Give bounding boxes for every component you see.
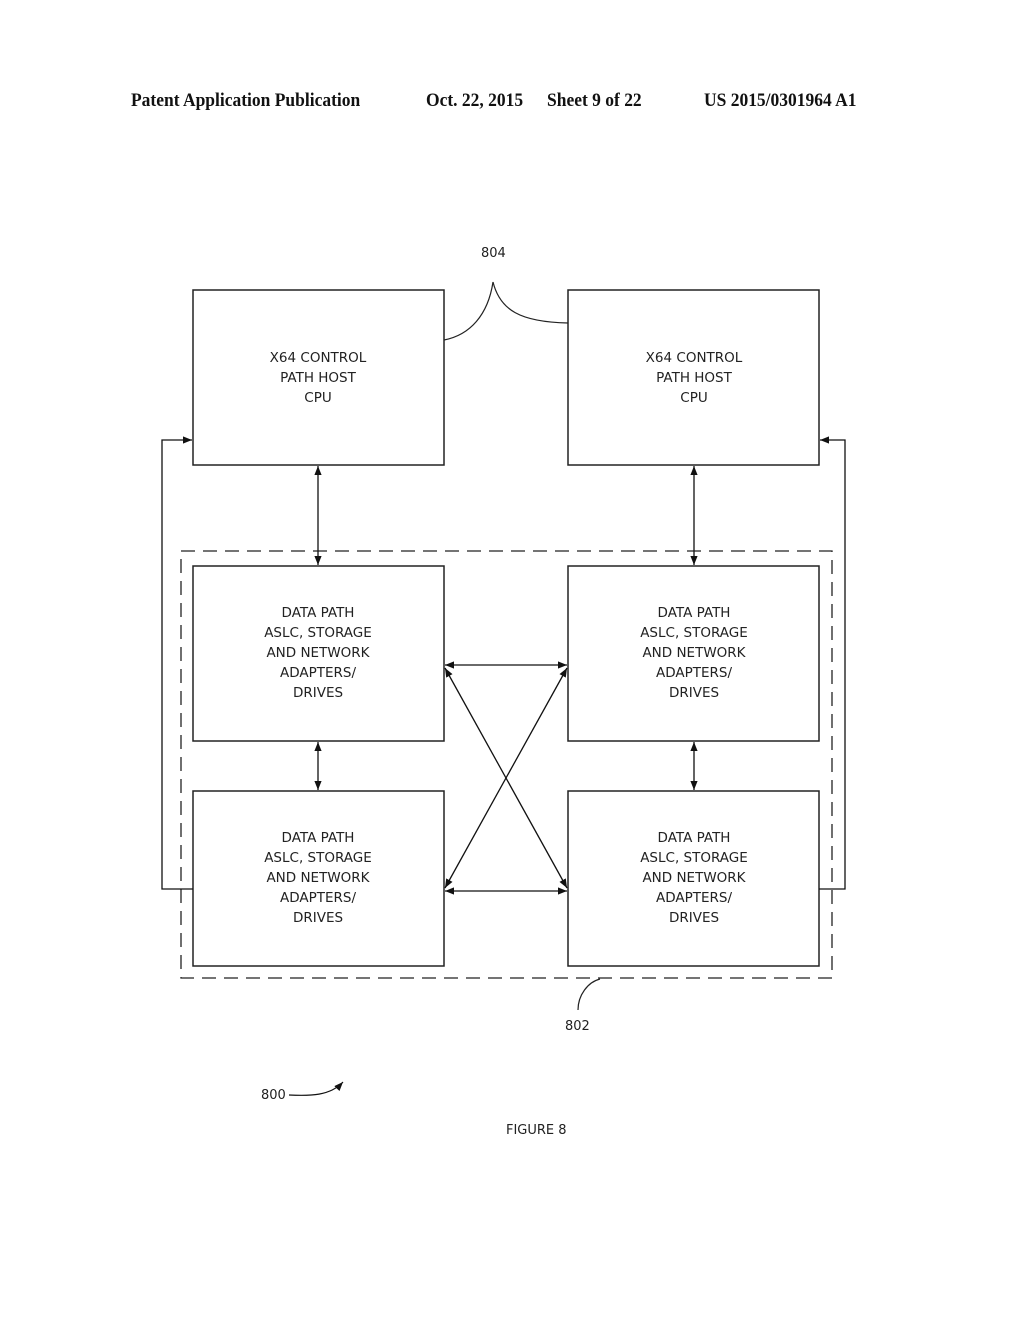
data-path-box-bottom-left-line-5: DRIVES <box>293 910 343 926</box>
data-path-box-bottom-right-line-4: ADAPTERS/ <box>656 890 732 906</box>
leader-802 <box>577 978 601 1011</box>
ref-label-804: 804 <box>481 246 506 261</box>
data-path-box-top-left-line-3: AND NETWORK <box>266 645 370 661</box>
leader-804-left <box>443 281 494 341</box>
data-path-box-bottom-left-line-2: ASLC, STORAGE <box>264 850 372 866</box>
figure-8-diagram: X64 CONTROL PATH HOST CPU X64 CONTROL PA… <box>161 246 846 1138</box>
leader-804-right <box>492 281 569 324</box>
figure-caption: FIGURE 8 <box>506 1123 567 1138</box>
control-cpu-box-right-line-1: X64 CONTROL <box>646 350 743 366</box>
data-path-box-top-right-line-1: DATA PATH <box>658 605 731 621</box>
loop-left-data-to-cpu <box>161 436 193 890</box>
data-path-box-top-right-line-4: ADAPTERS/ <box>656 665 732 681</box>
control-cpu-box-left: X64 CONTROL PATH HOST CPU <box>192 289 445 466</box>
data-path-box-bottom-left-line-1: DATA PATH <box>282 830 355 846</box>
data-path-box-top-right-line-5: DRIVES <box>669 685 719 701</box>
data-path-box-bottom-left: DATA PATH ASLC, STORAGE AND NETWORK ADAP… <box>192 790 445 967</box>
control-cpu-box-left-line-3: CPU <box>304 390 331 406</box>
control-cpu-box-left-line-1: X64 CONTROL <box>270 350 367 366</box>
data-path-box-top-left-line-1: DATA PATH <box>282 605 355 621</box>
data-path-box-bottom-right-line-1: DATA PATH <box>658 830 731 846</box>
ref-label-800: 800 <box>261 1088 286 1103</box>
control-cpu-box-left-line-2: PATH HOST <box>280 370 357 386</box>
leader-800-arrow <box>288 1081 344 1096</box>
data-path-box-top-left: DATA PATH ASLC, STORAGE AND NETWORK ADAP… <box>192 565 445 742</box>
data-path-box-bottom-left-line-4: ADAPTERS/ <box>280 890 356 906</box>
data-path-box-bottom-right-line-3: AND NETWORK <box>642 870 746 886</box>
data-path-box-top-right-line-3: AND NETWORK <box>642 645 746 661</box>
data-path-box-top-right-line-2: ASLC, STORAGE <box>640 625 748 641</box>
data-path-box-bottom-left-line-3: AND NETWORK <box>266 870 370 886</box>
ref-label-802: 802 <box>565 1019 590 1034</box>
control-cpu-box-right-line-2: PATH HOST <box>656 370 733 386</box>
data-path-box-top-left-line-5: DRIVES <box>293 685 343 701</box>
control-cpu-box-right: X64 CONTROL PATH HOST CPU <box>567 289 820 466</box>
data-path-box-bottom-right-line-5: DRIVES <box>669 910 719 926</box>
data-path-box-top-left-line-2: ASLC, STORAGE <box>264 625 372 641</box>
control-cpu-box-right-line-3: CPU <box>680 390 707 406</box>
data-path-box-top-right: DATA PATH ASLC, STORAGE AND NETWORK ADAP… <box>567 565 820 742</box>
data-path-box-top-left-line-4: ADAPTERS/ <box>280 665 356 681</box>
loop-right-data-to-cpu <box>819 436 846 890</box>
data-path-box-bottom-right: DATA PATH ASLC, STORAGE AND NETWORK ADAP… <box>567 790 820 967</box>
data-path-box-bottom-right-line-2: ASLC, STORAGE <box>640 850 748 866</box>
